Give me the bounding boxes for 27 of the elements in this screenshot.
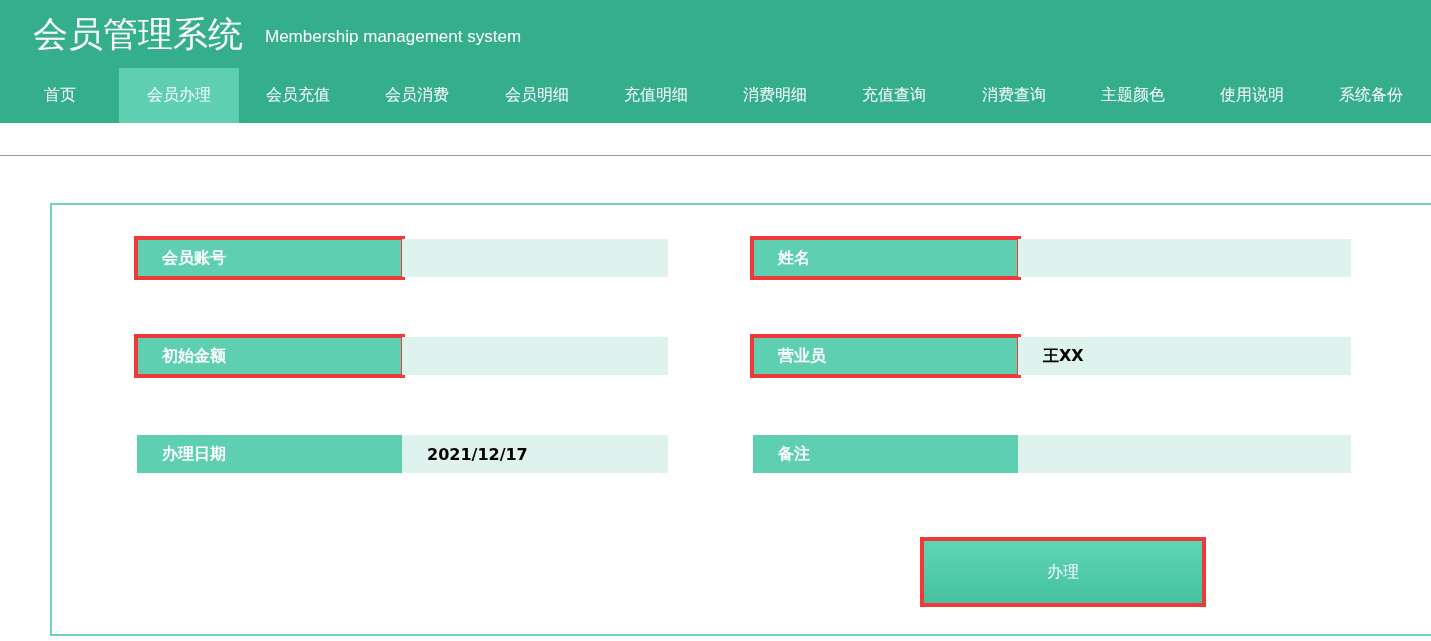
input-field[interactable] — [1018, 435, 1351, 473]
nav-tab[interactable]: 消费查询 — [954, 68, 1074, 123]
app-subtitle: Membership management system — [265, 27, 522, 47]
input-field[interactable] — [402, 239, 668, 277]
nav-tab[interactable]: 使用说明 — [1192, 68, 1312, 123]
nav-tab[interactable]: 充值查询 — [834, 68, 954, 123]
field-label: 会员账号 — [137, 239, 402, 277]
field-label: 办理日期 — [137, 435, 402, 473]
input-field[interactable]: 王XX — [1018, 337, 1351, 375]
field-label: 营业员 — [753, 337, 1018, 375]
input-field[interactable] — [402, 337, 668, 375]
nav-tab[interactable]: 消费明细 — [715, 68, 835, 123]
input-field[interactable] — [1018, 239, 1351, 277]
nav-tab[interactable]: 首页 — [0, 68, 120, 123]
submit-button[interactable]: 办理 — [920, 537, 1206, 607]
field-label: 姓名 — [753, 239, 1018, 277]
nav-tab[interactable]: 会员充值 — [238, 68, 358, 123]
input-field[interactable]: 2021/12/17 — [402, 435, 668, 473]
field-label: 备注 — [753, 435, 1018, 473]
nav-tab[interactable]: 充值明细 — [596, 68, 716, 123]
nav-tab[interactable]: 会员明细 — [477, 68, 597, 123]
field-label: 初始金额 — [137, 337, 402, 375]
nav-tab[interactable]: 系统备份 — [1311, 68, 1431, 123]
nav-tab[interactable]: 会员办理 — [119, 68, 239, 123]
nav-tab[interactable]: 主题颜色 — [1073, 68, 1193, 123]
app-title: 会员管理系统 — [33, 12, 243, 56]
nav-tab[interactable]: 会员消费 — [357, 68, 477, 123]
